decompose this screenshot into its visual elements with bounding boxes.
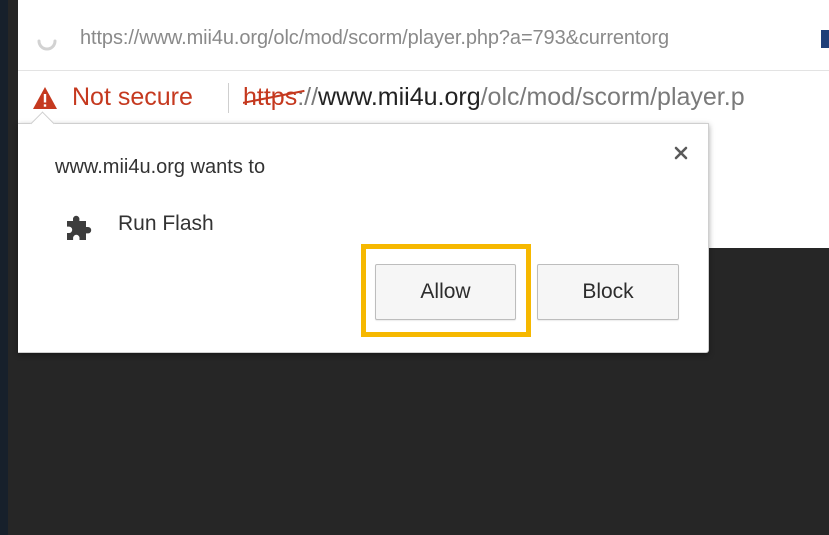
block-button[interactable]: Block	[537, 264, 679, 320]
warning-triangle-icon[interactable]	[32, 86, 58, 110]
allow-button[interactable]: Allow	[375, 264, 516, 320]
popup-title: www.mii4u.org wants to	[55, 156, 266, 178]
security-status-label[interactable]: Not secure	[72, 83, 193, 112]
puzzle-piece-icon	[67, 215, 92, 240]
window-title-url: https://www.mii4u.org/olc/mod/scorm/play…	[80, 27, 669, 49]
close-icon[interactable]	[670, 142, 692, 164]
address-bar[interactable]: Not secure https://www.mii4u.org/olc/mod…	[18, 71, 829, 125]
left-window-edge	[0, 0, 18, 535]
permission-label: Run Flash	[118, 212, 214, 235]
url-text[interactable]: https://www.mii4u.org/olc/mod/scorm/play…	[243, 83, 829, 112]
title-bar: https://www.mii4u.org/olc/mod/scorm/play…	[18, 0, 829, 71]
loading-spinner-icon	[37, 39, 57, 51]
flash-permission-popup: www.mii4u.org wants to Run Flash Allow B…	[18, 111, 709, 353]
url-domain: www.mii4u.org	[318, 83, 481, 111]
omnibox-divider	[228, 83, 229, 113]
window-edge-mark	[821, 30, 829, 48]
url-separator: ://	[297, 83, 319, 111]
left-window-edge-inner	[8, 0, 18, 535]
browser-window: https://www.mii4u.org/olc/mod/scorm/play…	[18, 0, 829, 535]
url-scheme-wrapper: https	[243, 83, 305, 111]
url-path: /olc/mod/scorm/player.p	[480, 83, 745, 111]
